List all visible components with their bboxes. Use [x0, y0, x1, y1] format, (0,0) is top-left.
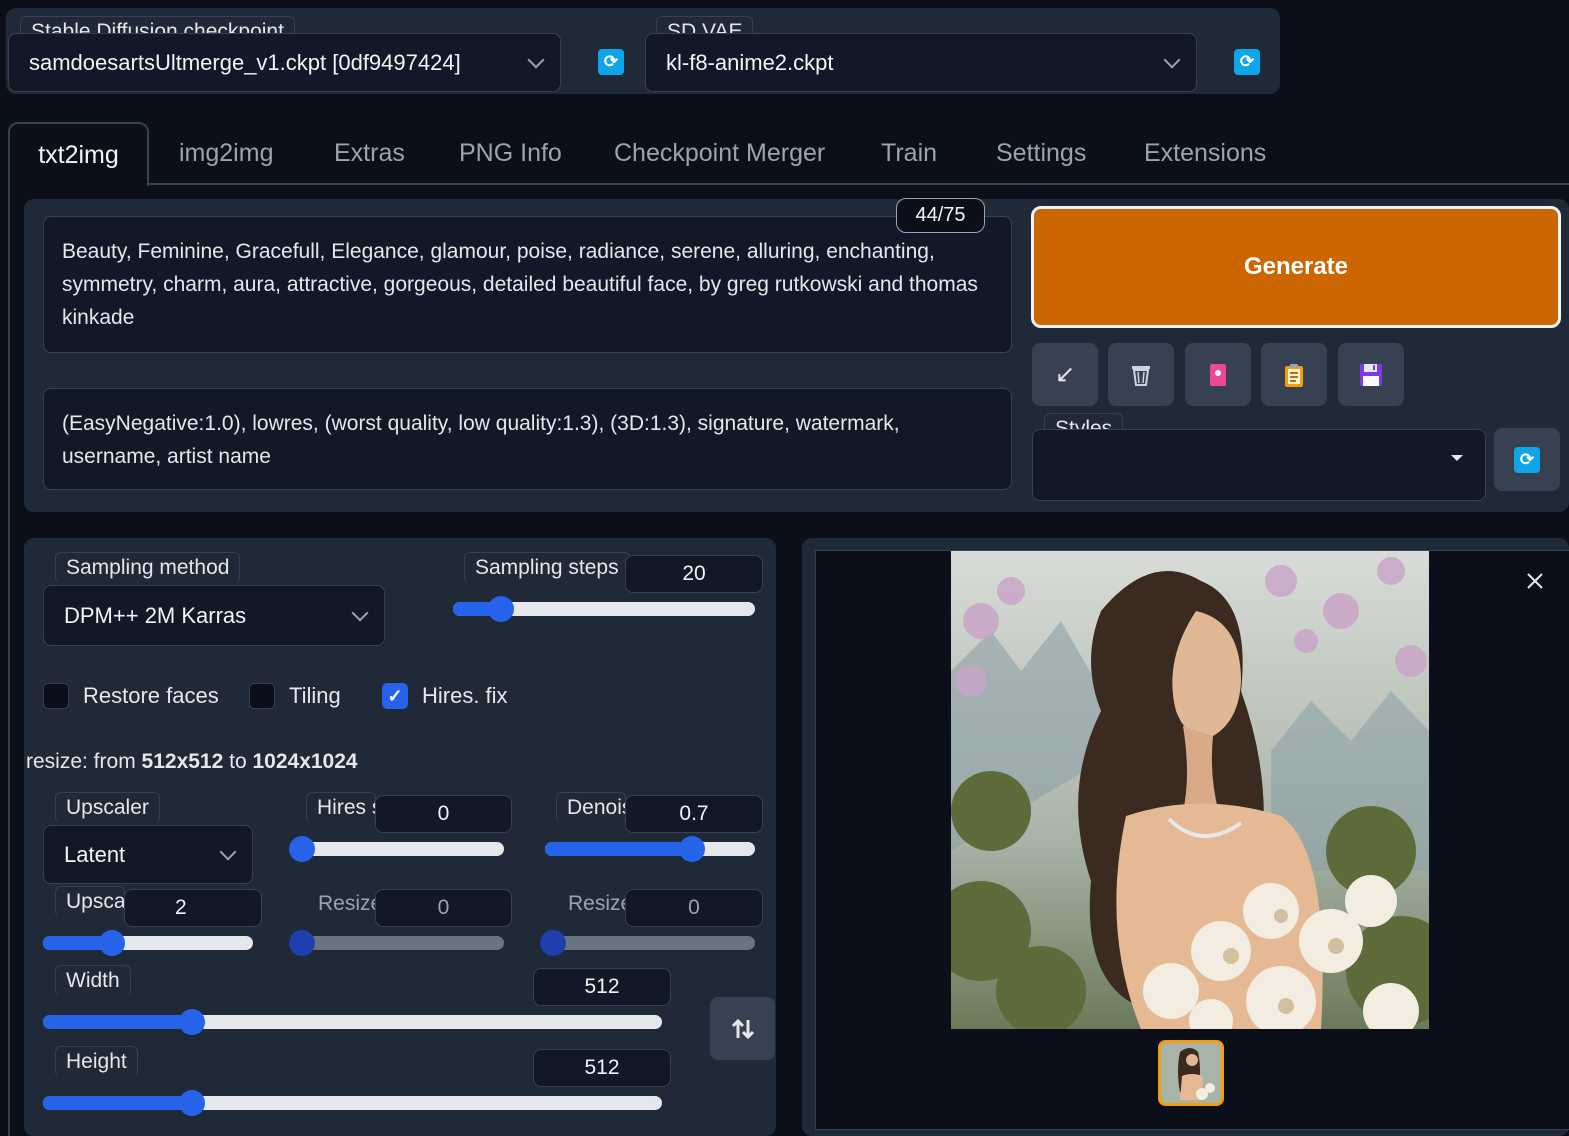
hires-fix-label: Hires. fix: [422, 683, 508, 708]
generated-portrait-image[interactable]: [951, 551, 1429, 1029]
positive-prompt-input[interactable]: Beauty, Feminine, Gracefull, Elegance, g…: [43, 216, 1012, 353]
checkpoint-value: samdoesartsUltmerge_v1.ckpt [0df9497424]: [29, 49, 461, 75]
hires-steps-label: Hires steps: [306, 792, 376, 823]
tab-txt2img[interactable]: txt2img: [8, 122, 149, 186]
resize-height-label: Resize height to: [568, 892, 626, 915]
chevron-down-icon: [527, 51, 545, 68]
refresh-icon: ⟳: [1514, 446, 1540, 473]
upscaler-dropdown[interactable]: Latent: [43, 825, 253, 884]
swap-dimensions-button[interactable]: [710, 997, 775, 1060]
resize-info-prefix: resize: from: [26, 750, 142, 773]
denoising-strength-input[interactable]: 0.7: [625, 795, 763, 833]
restore-faces-checkbox[interactable]: [43, 683, 69, 709]
height-slider[interactable]: [43, 1090, 662, 1116]
restore-faces-label: Restore faces: [83, 683, 219, 708]
read-params-button[interactable]: ↙: [1032, 343, 1098, 406]
sampling-method-value: DPM++ 2M Karras: [64, 602, 247, 628]
denoising-strength-slider[interactable]: [545, 836, 755, 862]
resize-width-slider[interactable]: [289, 930, 504, 956]
sampling-steps-label: Sampling steps: [464, 552, 630, 583]
chevron-down-icon: [219, 843, 237, 860]
styles-dropdown[interactable]: [1032, 429, 1486, 501]
chevron-down-icon: [351, 604, 369, 621]
chevron-down-icon: [1163, 51, 1181, 68]
sampling-method-dropdown[interactable]: DPM++ 2M Karras: [43, 585, 385, 646]
resize-height-slider[interactable]: [540, 930, 755, 956]
height-label: Height: [55, 1046, 138, 1077]
hires-steps-slider[interactable]: [289, 836, 504, 862]
swap-dimensions-icon: [731, 1018, 754, 1039]
save-icon: [1360, 363, 1382, 386]
save-style-button[interactable]: [1338, 343, 1404, 406]
clipboard-icon: [1285, 363, 1303, 387]
generated-portrait-thumbnail[interactable]: [1158, 1040, 1224, 1106]
resize-from-size: 512x512: [141, 750, 224, 773]
width-label: Width: [55, 965, 131, 996]
trash-icon: [1132, 365, 1150, 386]
token-counter: 44/75: [896, 198, 985, 233]
paste-style-button[interactable]: [1261, 343, 1327, 406]
denoising-strength-label: Denoising strength: [556, 792, 626, 823]
refresh-icon[interactable]: ⟳: [598, 49, 624, 75]
resize-to-size: 1024x1024: [252, 750, 358, 773]
caret-down-icon: [1451, 455, 1463, 461]
resize-height-input[interactable]: 0: [625, 889, 763, 927]
height-input[interactable]: 512: [533, 1049, 671, 1087]
tab-png-info[interactable]: PNG Info: [459, 122, 562, 184]
close-gallery-button[interactable]: [1520, 566, 1550, 596]
upscale-by-label: Upscale by: [55, 886, 125, 917]
checkpoint-dropdown[interactable]: samdoesartsUltmerge_v1.ckpt [0df9497424]: [8, 33, 561, 92]
width-slider[interactable]: [43, 1009, 662, 1035]
sampling-steps-input[interactable]: 20: [625, 555, 763, 593]
tab-img2img[interactable]: img2img: [179, 122, 273, 184]
generate-button[interactable]: Generate: [1031, 206, 1561, 328]
close-icon: [1527, 573, 1543, 589]
tab-settings[interactable]: Settings: [996, 122, 1086, 184]
resize-width-label: Resize width to: [318, 892, 376, 915]
tab-extras[interactable]: Extras: [334, 122, 405, 184]
tab-train[interactable]: Train: [881, 122, 937, 184]
resize-width-input[interactable]: 0: [375, 889, 512, 927]
style-apply-icon: [1210, 363, 1226, 386]
sampling-steps-slider[interactable]: [453, 596, 755, 622]
upscale-by-input[interactable]: 2: [124, 889, 262, 927]
upscale-by-slider[interactable]: [43, 930, 253, 956]
resize-info-to: to: [223, 750, 253, 773]
vae-value: kl-f8-anime2.ckpt: [666, 49, 834, 75]
sampling-method-label: Sampling method: [55, 552, 241, 583]
hires-resize-info: resize: from 512x512 to 1024x1024: [26, 750, 358, 774]
negative-prompt-input[interactable]: (EasyNegative:1.0), lowres, (worst quali…: [43, 388, 1012, 490]
refresh-icon[interactable]: ⟳: [1234, 49, 1260, 75]
tiling-checkbox[interactable]: [249, 683, 275, 709]
hires-steps-input[interactable]: 0: [375, 795, 512, 833]
width-input[interactable]: 512: [533, 968, 671, 1006]
upscaler-label: Upscaler: [55, 792, 160, 823]
extra-networks-button[interactable]: [1185, 343, 1251, 406]
tiling-label: Tiling: [289, 683, 341, 708]
tab-checkpoint-merger[interactable]: Checkpoint Merger: [614, 122, 825, 184]
upscaler-value: Latent: [64, 841, 126, 867]
vae-dropdown[interactable]: kl-f8-anime2.ckpt: [645, 33, 1197, 92]
tab-extensions[interactable]: Extensions: [1144, 122, 1266, 184]
read-params-icon: ↙: [1054, 361, 1076, 388]
tab-content-border: [8, 184, 10, 1136]
hires-fix-checkbox[interactable]: ✓: [382, 683, 408, 709]
clear-prompt-button[interactable]: [1108, 343, 1174, 406]
styles-refresh-button[interactable]: ⟳: [1494, 428, 1560, 491]
